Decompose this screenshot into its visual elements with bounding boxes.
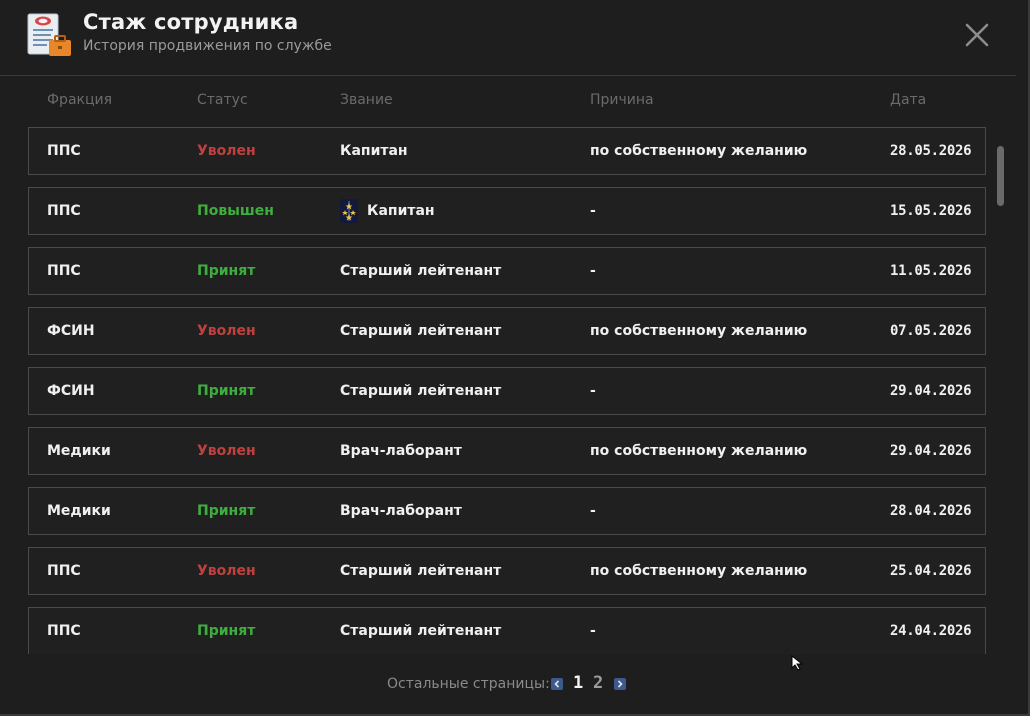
- row-status: Повышен: [197, 203, 274, 219]
- seniority-window: Стаж сотрудника История продвижения по с…: [0, 0, 1030, 716]
- row-date: 25.04.2026: [890, 563, 972, 579]
- row-date: 29.04.2026: [890, 443, 972, 459]
- column-rank: Звание: [340, 92, 393, 108]
- table-row: Медики Уволен Врач-лаборант по собственн…: [28, 427, 986, 475]
- row-reason: по собственному желанию: [590, 563, 808, 579]
- row-date: 29.04.2026: [890, 383, 972, 399]
- table-row: ФСИН Принят Старший лейтенант - 29.04.20…: [28, 367, 986, 415]
- column-status: Статус: [197, 92, 248, 108]
- row-status: Уволен: [197, 443, 256, 459]
- row-rank: Капитан: [367, 203, 435, 219]
- row-faction: ППС: [47, 203, 81, 219]
- history-list[interactable]: ППС Уволен Капитан по собственному желан…: [28, 127, 986, 654]
- chevron-left-icon[interactable]: [551, 678, 563, 690]
- row-reason: -: [590, 263, 596, 279]
- row-date: 28.05.2026: [890, 143, 972, 159]
- row-rank: Врач-лаборант: [340, 503, 462, 519]
- column-reason: Причина: [590, 92, 654, 108]
- document-briefcase-icon: [27, 13, 71, 56]
- table-row: ППС Принят Старший лейтенант - 24.04.202…: [28, 607, 986, 654]
- table-row: ППС Принят Старший лейтенант - 11.05.202…: [28, 247, 986, 295]
- pagination: Остальные страницы: 1 2: [0, 673, 1016, 695]
- row-faction: ФСИН: [47, 323, 95, 339]
- row-date: 24.04.2026: [890, 623, 972, 639]
- chevron-right-icon[interactable]: [614, 678, 626, 690]
- row-reason: -: [590, 383, 596, 399]
- row-faction: ППС: [47, 263, 81, 279]
- page-2-button[interactable]: 2: [593, 673, 603, 693]
- table-row: Медики Принят Врач-лаборант - 28.04.2026: [28, 487, 986, 535]
- row-rank: Старший лейтенант: [340, 623, 502, 639]
- row-rank: Старший лейтенант: [340, 263, 502, 279]
- pagination-label: Остальные страницы:: [387, 676, 550, 692]
- row-status: Уволен: [197, 323, 256, 339]
- row-faction: ППС: [47, 563, 81, 579]
- row-rank: Старший лейтенант: [340, 383, 502, 399]
- row-status: Принят: [197, 503, 256, 519]
- row-rank: Старший лейтенант: [340, 563, 502, 579]
- table-header: Фракция Статус Звание Причина Дата: [0, 90, 1000, 112]
- table-row: ППС Уволен Капитан по собственному желан…: [28, 127, 986, 175]
- table-row: ППС Уволен Старший лейтенант по собствен…: [28, 547, 986, 595]
- row-rank: Старший лейтенант: [340, 323, 502, 339]
- row-rank: Врач-лаборант: [340, 443, 462, 459]
- mouse-cursor-icon: [791, 655, 804, 671]
- row-faction: ППС: [47, 623, 81, 639]
- close-icon[interactable]: [962, 20, 992, 50]
- row-status: Уволен: [197, 143, 256, 159]
- row-reason: по собственному желанию: [590, 323, 808, 339]
- row-status: Принят: [197, 383, 256, 399]
- page-1-button[interactable]: 1: [573, 673, 583, 693]
- list-scrollbar-thumb[interactable]: [997, 146, 1004, 206]
- window-title: Стаж сотрудника: [83, 10, 299, 34]
- row-faction: ППС: [47, 143, 81, 159]
- row-status: Уволен: [197, 563, 256, 579]
- window-header: Стаж сотрудника История продвижения по с…: [0, 0, 1016, 76]
- row-reason: -: [590, 203, 596, 219]
- row-status: Принят: [197, 623, 256, 639]
- window-subtitle: История продвижения по службе: [83, 38, 332, 54]
- row-reason: по собственному желанию: [590, 143, 808, 159]
- table-row: ППС Повышен Капитан - 15.05.2026: [28, 187, 986, 235]
- row-date: 11.05.2026: [890, 263, 972, 279]
- rank-insignia-icon: [340, 199, 358, 223]
- row-faction: Медики: [47, 503, 111, 519]
- row-date: 15.05.2026: [890, 203, 972, 219]
- row-status: Принят: [197, 263, 256, 279]
- row-faction: Медики: [47, 443, 111, 459]
- row-date: 28.04.2026: [890, 503, 972, 519]
- row-faction: ФСИН: [47, 383, 95, 399]
- column-date: Дата: [890, 92, 927, 108]
- row-rank: Капитан: [340, 143, 408, 159]
- row-reason: -: [590, 503, 596, 519]
- row-reason: по собственному желанию: [590, 443, 808, 459]
- row-date: 07.05.2026: [890, 323, 972, 339]
- column-faction: Фракция: [47, 92, 113, 108]
- row-reason: -: [590, 623, 596, 639]
- table-row: ФСИН Уволен Старший лейтенант по собстве…: [28, 307, 986, 355]
